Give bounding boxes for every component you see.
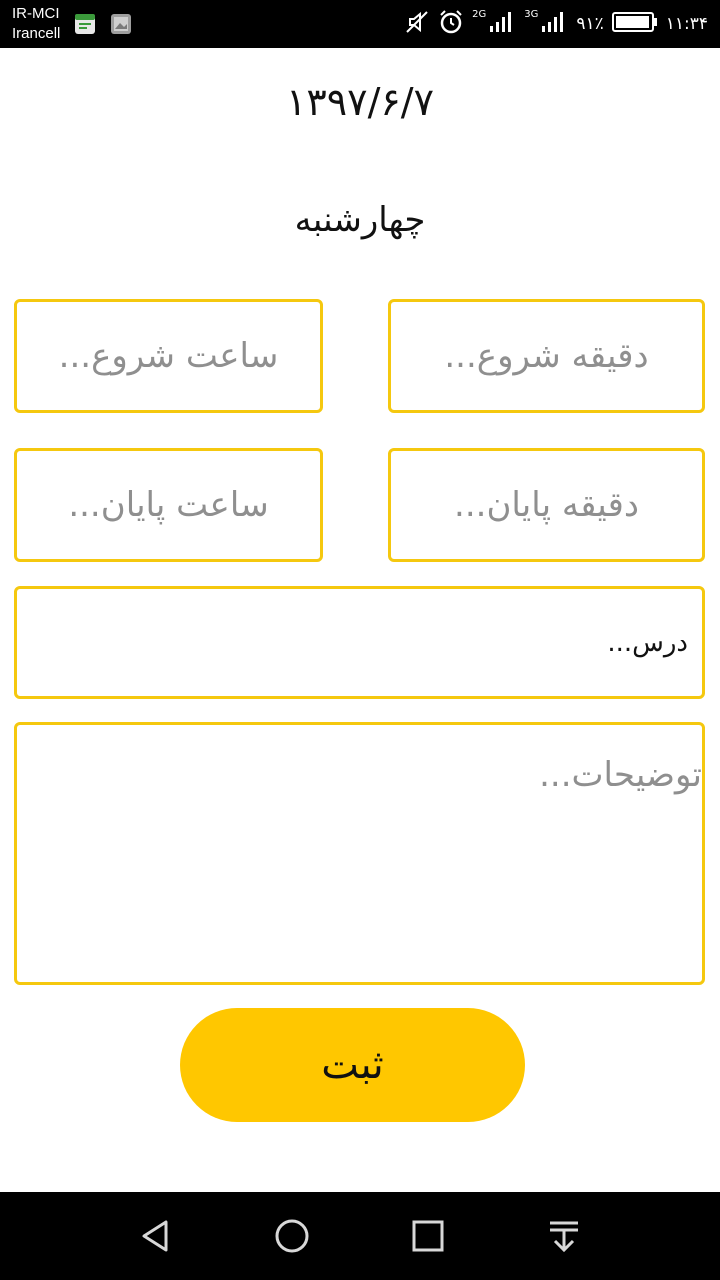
start-hour-input[interactable]: ساعت شروع...	[14, 299, 323, 413]
description-placeholder: توضیحات...	[539, 755, 702, 795]
net-2g-label: 2G	[472, 8, 487, 20]
start-hour-placeholder: ساعت شروع...	[58, 336, 279, 376]
battery-percent: ۹۱٪	[576, 14, 604, 34]
carrier-info: IR-MCI Irancell	[12, 4, 60, 44]
home-button[interactable]	[266, 1210, 318, 1262]
start-minute-input[interactable]: دقیقه شروع...	[388, 299, 705, 413]
end-hour-input[interactable]: ساعت پایان...	[14, 448, 323, 562]
end-minute-placeholder: دقیقه پایان...	[454, 485, 639, 525]
start-minute-placeholder: دقیقه شروع...	[444, 336, 649, 376]
end-hour-placeholder: ساعت پایان...	[68, 485, 269, 525]
status-bar: IR-MCI Irancell 2G 3G ۹۱٪ ۱۱:۳۴	[0, 0, 720, 48]
image-notification-icon	[110, 13, 132, 35]
back-icon	[142, 1220, 168, 1252]
submit-label: ثبت	[321, 1042, 384, 1088]
lesson-input[interactable]: درس...	[14, 586, 705, 699]
status-icons: 2G 3G ۹۱٪ ۱۱:۳۴	[404, 0, 708, 48]
navigation-bar	[0, 1192, 720, 1280]
back-button[interactable]	[130, 1210, 182, 1262]
battery-icon	[611, 10, 658, 38]
notification-pull-icon	[550, 1221, 578, 1253]
signal-2g-icon	[488, 10, 516, 38]
recents-button[interactable]	[402, 1210, 454, 1262]
recents-icon	[412, 1220, 444, 1252]
clock: ۱۱:۳۴	[665, 14, 708, 34]
carrier-line2: Irancell	[12, 25, 61, 42]
alarm-icon	[438, 9, 464, 39]
description-textarea[interactable]: توضیحات...	[14, 722, 705, 985]
mute-icon	[404, 9, 430, 39]
date-label: ۱۳۹۷/۶/۷	[285, 80, 435, 124]
submit-button[interactable]: ثبت	[180, 1008, 525, 1122]
notification-pull-button[interactable]	[538, 1210, 590, 1262]
weekday-label: چهارشنبه	[294, 200, 426, 240]
net-3g-label: 3G	[524, 8, 539, 20]
home-icon	[275, 1219, 309, 1253]
calendar-app-icon	[74, 13, 96, 35]
end-minute-input[interactable]: دقیقه پایان...	[388, 448, 705, 562]
signal-3g-icon	[540, 10, 568, 38]
carrier-line1: IR-MCI	[12, 5, 60, 22]
lesson-value: درس...	[607, 627, 688, 658]
